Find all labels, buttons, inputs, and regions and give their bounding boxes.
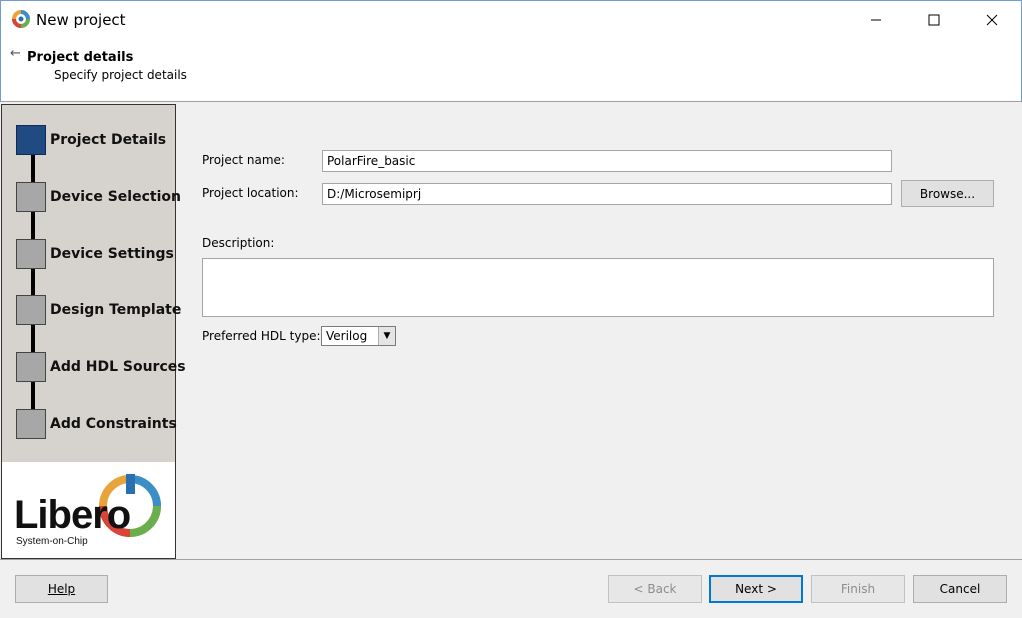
project-location-input[interactable] [322,183,892,205]
cancel-button[interactable]: Cancel [913,575,1007,603]
back-button[interactable]: < Back [608,575,702,603]
project-name-label: Project name: [202,153,285,167]
minimize-icon [871,19,881,21]
step-label-add-constraints: Add Constraints [50,416,177,432]
step-label-device-selection: Device Selection [50,189,181,205]
page-title: Project details [27,50,134,65]
step-indicator-project-details [16,125,46,155]
cancel-button-label: Cancel [939,582,981,596]
browse-button-label: Browse... [919,186,976,201]
description-label: Description: [202,236,275,250]
logo-name: Libero [14,493,130,537]
libero-app-icon [12,10,30,28]
libero-logo-graphic: Libero System-on-Chip [14,474,161,547]
step-label-add-hdl-sources: Add HDL Sources [50,359,186,375]
help-button-label: Help [47,582,76,596]
page-subtitle: Specify project details [54,68,187,82]
maximize-icon [928,14,940,26]
hdl-type-value: Verilog [326,329,368,343]
step-label-project-details: Project Details [50,132,167,148]
back-button-label: < Back [633,582,677,596]
step-indicator-device-selection [16,182,46,212]
libero-logo: Libero System-on-Chip [2,462,175,558]
step-indicator-design-template [16,295,46,325]
description-textarea[interactable] [202,258,994,317]
hdl-type-select[interactable]: Verilog ▼ [321,326,396,346]
hdl-type-label: Preferred HDL type: [202,329,321,343]
finish-button-label: Finish [840,582,876,596]
project-location-label: Project location: [202,186,299,200]
chevron-down-icon[interactable]: ▼ [378,327,395,345]
window-title: New project [36,11,126,29]
back-arrow-icon[interactable]: ← [10,46,21,61]
finish-button[interactable]: Finish [811,575,905,603]
logo-tagline: System-on-Chip [16,536,88,547]
wizard-header: ← Project details Specify project detail… [0,38,1022,102]
step-label-device-settings: Device Settings [50,246,174,262]
step-indicator-add-constraints [16,409,46,439]
step-indicator-add-hdl-sources [16,352,46,382]
next-button[interactable]: Next > [709,575,803,603]
close-icon [986,14,998,26]
footer-divider [0,559,1022,560]
next-button-label: Next > [735,582,777,596]
close-button[interactable] [963,1,1021,39]
browse-button[interactable]: Browse... [901,180,994,207]
project-name-input[interactable] [322,150,892,172]
help-button[interactable]: Help [15,575,108,603]
minimize-button[interactable] [847,1,905,39]
maximize-button[interactable] [905,1,963,39]
title-bar: New project [0,0,1022,38]
step-label-design-template: Design Template [50,302,182,318]
wizard-steps-panel: Project Details Device Selection Device … [1,104,186,559]
step-indicator-device-settings [16,239,46,269]
